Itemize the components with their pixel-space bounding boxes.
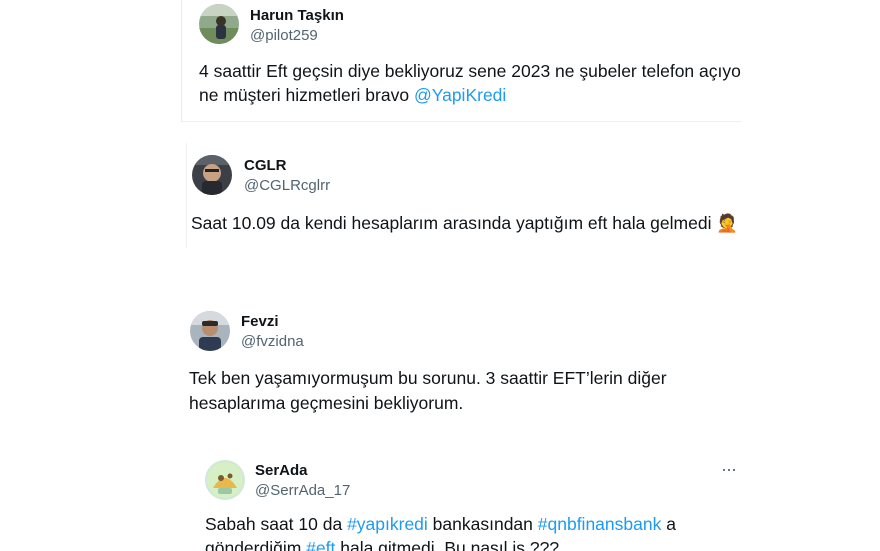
avatar[interactable] <box>199 4 239 44</box>
tweet-text-line: 4 saattir Eft geçsin diye bekliyoruz sen… <box>199 61 741 81</box>
tweet-text-segment: gönderdiğim <box>205 538 307 551</box>
facepalm-emoji-icon: 🤦 <box>716 213 739 233</box>
author-name[interactable]: Fevzi <box>241 313 279 330</box>
author-handle[interactable]: @CGLRcglrr <box>244 177 330 194</box>
author-handle[interactable]: @fvzidna <box>241 333 304 350</box>
tweet-text-line: Saat 10.09 da kendi hesaplarım arasında … <box>191 211 738 236</box>
tweet-text-line: ne müşteri hizmetleri bravo @YapiKredi <box>199 83 506 108</box>
tweet-text-line: gönderdiğim #eft hala gitmedi. Bu nasıl … <box>205 536 559 551</box>
author-name[interactable]: CGLR <box>244 157 287 174</box>
author-handle[interactable]: @SerrAda_17 <box>255 482 350 499</box>
tweet-text-line: Sabah saat 10 da #yapıkredi bankasından … <box>205 512 676 537</box>
tweet-text-segment: hala gitmedi. Bu nasıl iş ??? <box>335 538 560 551</box>
tweet-text-segment: Sabah saat 10 da <box>205 514 348 534</box>
avatar-photo-icon <box>192 155 232 195</box>
author-name[interactable]: Harun Taşkın <box>250 7 344 24</box>
tweet-text-segment: Saat 10.09 da kendi hesaplarım arasında … <box>191 213 712 233</box>
tweet-text-segment: a <box>661 514 676 534</box>
avatar[interactable] <box>205 460 245 500</box>
avatar-photo-icon <box>190 311 230 351</box>
avatar[interactable] <box>192 155 232 195</box>
more-options-icon[interactable]: ··· <box>721 460 737 478</box>
tweet-collage: Harun Taşkın @pilot259 4 saattir Eft geç… <box>0 0 880 551</box>
tweet-card-fevzi[interactable]: Fevzi @fvzidna Tek ben yaşamıyormuşum bu… <box>181 300 741 425</box>
avatar-photo-icon <box>199 4 239 44</box>
tweet-text-segment: bankasından <box>427 514 538 534</box>
hashtag-link[interactable]: #eft <box>306 538 335 551</box>
author-handle[interactable]: @pilot259 <box>250 27 318 44</box>
tweet-text-segment: ne müşteri hizmetleri bravo <box>199 85 414 105</box>
tweet-card-serada[interactable]: SerAda @SerrAda_17 ··· Sabah saat 10 da … <box>188 447 748 551</box>
avatar-photo-icon <box>205 460 245 500</box>
tweet-card-harun[interactable]: Harun Taşkın @pilot259 4 saattir Eft geç… <box>181 0 742 122</box>
tweet-text-line: Tek ben yaşamıyormuşum bu sorunu. 3 saat… <box>189 368 667 388</box>
avatar[interactable] <box>190 311 230 351</box>
tweet-text-line: hesaplarıma geçmesini bekliyorum. <box>189 393 464 413</box>
hashtag-link[interactable]: #qnbfinansbank <box>538 514 662 534</box>
hashtag-link[interactable]: #yapıkredi <box>347 514 428 534</box>
mention-link[interactable]: @YapiKredi <box>414 85 506 105</box>
author-name[interactable]: SerAda <box>255 462 308 479</box>
tweet-card-cglr[interactable]: CGLR @CGLRcglrr Saat 10.09 da kendi hesa… <box>186 143 742 248</box>
